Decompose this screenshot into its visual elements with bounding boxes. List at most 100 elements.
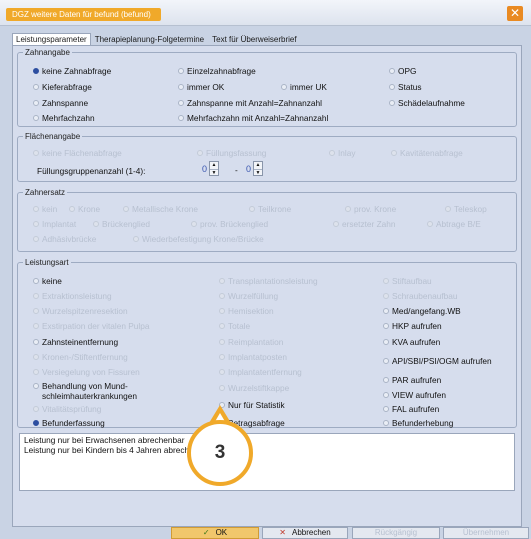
radio-dot [33,206,39,212]
radio-abtrage-be[interactable]: Abtrage B/E [427,219,481,229]
radio-status[interactable]: Status [389,82,422,92]
checkbox-label: PAR aufrufen [392,375,442,385]
spin-up-icon[interactable]: ▲ [254,162,262,170]
radio-exstirpation[interactable]: Exstirpation der vitalen Pulpa [33,321,149,331]
radio-implantatentfernung[interactable]: Implantatentfernung [219,367,302,377]
spin-dash: - [235,165,238,175]
radio-dot [383,278,389,284]
radio-ersetzter-zahn[interactable]: ersetzter Zahn [333,219,396,229]
checkbox-label: Befunderhebung [392,418,454,428]
spin-down-icon[interactable]: ▼ [210,170,218,177]
checkbox-fal-aufrufen[interactable]: FAL aufrufen [383,404,439,414]
radio-immer-ok[interactable]: immer OK [178,82,224,92]
radio-med-angefang-wb[interactable]: Med/angefang.WB [383,306,461,316]
radio-label: Implantatposten [228,352,288,362]
spin-from[interactable]: 0 ▲ ▼ [199,161,219,176]
radio-opg[interactable]: OPG [389,66,416,76]
checkbox-api-aufrufen[interactable]: API/SBI/PSI/OGM aufrufen [383,356,492,366]
radio-wurzelstiftkappe[interactable]: Wurzelstiftkappe [219,383,289,393]
radio-kavitaetenabfrage[interactable]: Kavitätenabfrage [391,148,463,158]
radio-label: Teleskop [454,204,487,214]
radio-transplantation[interactable]: Transplantationsleistung [219,276,318,286]
radio-dot [219,278,225,284]
notes-textarea[interactable]: Leistung nur bei Erwachsenen abrechenbar… [19,433,515,491]
radio-keine[interactable]: keine [33,276,62,286]
radio-prov-brueckenglied[interactable]: prov. Brückenglied [191,219,268,229]
radio-teleskop[interactable]: Teleskop [445,204,487,214]
spin-from-stepper[interactable]: ▲ ▼ [209,161,219,176]
radio-immer-uk[interactable]: immer UK [281,82,327,92]
radio-wiederbefestigung[interactable]: Wiederbefestigung Krone/Brücke [133,234,264,244]
tab-ueberweiserbrief[interactable]: Text für Überweiserbrief [208,33,300,45]
radio-keine-flaechenabfrage[interactable]: keine Flächenabfrage [33,148,122,158]
radio-totale[interactable]: Totale [219,321,250,331]
radio-dot [93,221,99,227]
cancel-button[interactable]: ✕ Abbrechen [262,527,348,539]
checkbox-hkp-aufrufen[interactable]: HKP aufrufen [383,321,442,331]
spin-up-icon[interactable]: ▲ [210,162,218,170]
radio-kein[interactable]: kein [33,204,57,214]
radio-dot [33,293,39,299]
radio-label: Kavitätenabfrage [400,148,463,158]
cancel-label: Abbrechen [292,528,331,537]
close-button[interactable]: ✕ [507,6,523,21]
checkbox-view-aufrufen[interactable]: VIEW aufrufen [383,390,446,400]
radio-implantat[interactable]: Implantat [33,219,76,229]
radio-vitalitaetspruefung[interactable]: Vitalitätsprüfung [33,404,101,414]
checkbox-kva-aufrufen[interactable]: KVA aufrufen [383,337,440,347]
radio-mundschleimhaut[interactable]: Behandlung von Mund- schleimhauterkranku… [33,381,137,401]
radio-krone[interactable]: Krone [69,204,100,214]
radio-label: keine Zahnabfrage [42,66,112,76]
back-button[interactable]: Rückgängig [352,527,440,539]
radio-mehrfachzahn-anzahl[interactable]: Mehrfachzahn mit Anzahl=Zahnanzahl [178,113,328,123]
checkbox-box [383,323,389,329]
radio-label: Status [398,82,422,92]
radio-label: Metallische Krone [132,204,198,214]
radio-zahnspanne-anzahl[interactable]: Zahnspanne mit Anzahl=Zahnanzahl [178,98,322,108]
radio-mehrfachzahn[interactable]: Mehrfachzahn [33,113,95,123]
radio-wurzelspitzenresektion[interactable]: Wurzelspitzenresektion [33,306,128,316]
spin-to-stepper[interactable]: ▲ ▼ [253,161,263,176]
callout-number: 3 [214,442,226,463]
radio-inlay[interactable]: Inlay [329,148,356,158]
radio-hemisektion[interactable]: Hemisektion [219,306,274,316]
radio-label: Schraubenaufbau [392,291,458,301]
radio-metallische-krone[interactable]: Metallische Krone [123,204,198,214]
radio-stiftaufbau[interactable]: Stiftaufbau [383,276,432,286]
fuellungsgruppen-text: Füllungsgruppenanzahl (1-4): [37,166,146,176]
apply-button[interactable]: Übernehmen [443,527,529,539]
radio-prov-krone[interactable]: prov. Krone [345,204,396,214]
radio-extraktionsleistung[interactable]: Extraktionsleistung [33,291,112,301]
radio-dot [33,221,39,227]
radio-befunderfassung[interactable]: Befunderfassung [33,418,105,428]
radio-zahnsteinentfernung[interactable]: Zahnsteinentfernung [33,337,118,347]
spin-to[interactable]: 0 ▲ ▼ [243,161,263,176]
radio-adhaesivbruecke[interactable]: Adhäsivbrücke [33,234,96,244]
spin-down-icon[interactable]: ▼ [254,170,262,177]
checkbox-box [383,358,389,364]
radio-kronenentfernung[interactable]: Kronen-/Stiftentfernung [33,352,128,362]
radio-label: Zahnspanne [42,98,89,108]
radio-keine-zahnabfrage[interactable]: keine Zahnabfrage [33,66,111,76]
radio-teilkrone[interactable]: Teilkrone [249,204,291,214]
radio-schraubenaufbau[interactable]: Schraubenaufbau [383,291,458,301]
radio-dot [33,278,39,284]
radio-wurzelfuellung[interactable]: Wurzelfüllung [219,291,278,301]
checkbox-befunderhebung[interactable]: Befunderhebung [383,418,453,428]
ok-button[interactable]: ✓ OK [171,527,259,539]
tab-therapieplanung[interactable]: Therapieplanung-Folgetermine [91,33,208,45]
check-icon: ✓ [202,528,210,537]
checkbox-par-aufrufen[interactable]: PAR aufrufen [383,375,441,385]
radio-dot [33,339,39,345]
radio-einzelzahnabfrage[interactable]: Einzelzahnabfrage [178,66,256,76]
radio-brueckenglied[interactable]: Brückenglied [93,219,150,229]
radio-zahnspanne[interactable]: Zahnspanne [33,98,88,108]
radio-fuellungsfassung[interactable]: Füllungsfassung [197,148,266,158]
radio-schaedelaufnahme[interactable]: Schädelaufnahme [389,98,465,108]
radio-implantatposten[interactable]: Implantatposten [219,352,287,362]
tab-leistungsparameter[interactable]: Leistungsparameter [12,33,91,45]
radio-versiegelung[interactable]: Versiegelung von Fissuren [33,367,140,377]
radio-reimplantation[interactable]: Reimplantation [219,337,283,347]
title-bar: DGZ weitere Daten für befund (befund) ✕ [0,0,531,26]
radio-kieferabfrage[interactable]: Kieferabfrage [33,82,92,92]
